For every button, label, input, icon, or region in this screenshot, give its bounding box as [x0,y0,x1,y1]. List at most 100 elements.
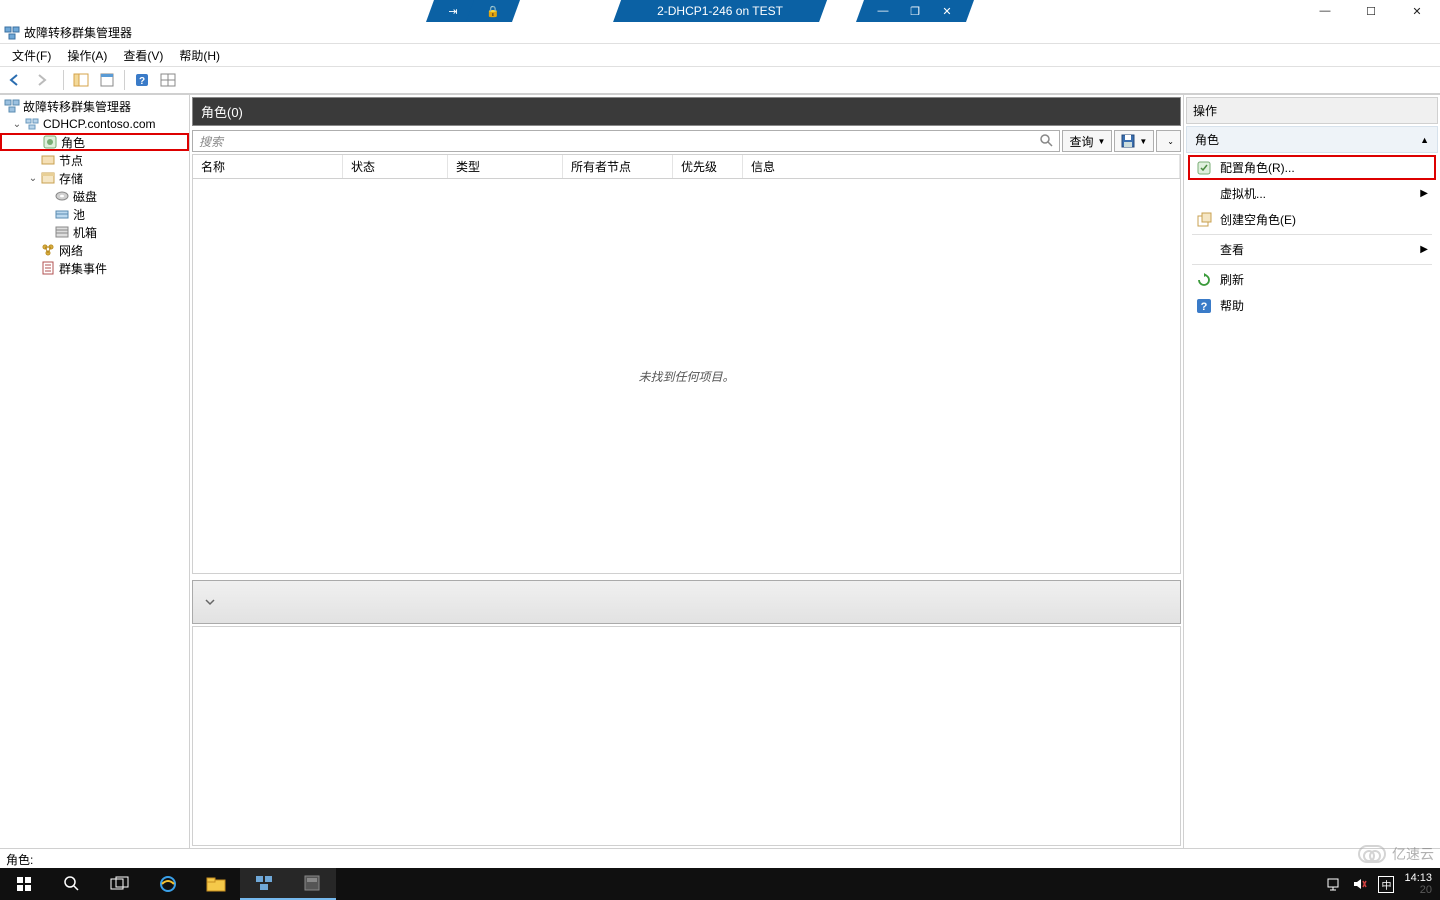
body-area: 故障转移群集管理器 ⌄ CDHCP.contoso.com 角色 节点 ⌄ 存储… [0,94,1440,848]
tree-enclosures[interactable]: 机箱 [0,223,189,241]
help-icon: ? [1196,298,1212,314]
search-row: 搜索 查询▼ ▼ ⌄ [192,130,1181,152]
action-refresh[interactable]: 刷新 [1188,267,1436,292]
toolbar: ? [0,66,1440,94]
actions-subtitle[interactable]: 角色 ▲ [1186,126,1438,153]
chevron-down-icon[interactable]: ⌄ [26,173,40,184]
layout-button[interactable] [156,68,180,92]
disk-icon [54,188,70,204]
more-options-button[interactable]: ⌄ [1156,130,1181,152]
menu-file[interactable]: 文件(F) [4,44,59,66]
nav-back-button[interactable] [3,68,27,92]
tree-nodes[interactable]: 节点 [0,151,189,169]
action-create-empty-role[interactable]: 创建空角色(E) [1188,207,1436,232]
action-configure-role[interactable]: 配置角色(R)... [1188,155,1436,180]
col-name[interactable]: 名称 [193,155,343,178]
search-button[interactable] [48,868,96,900]
taskbar-ie[interactable] [144,868,192,900]
status-bar: 角色: [0,848,1440,868]
tree-events-label: 群集事件 [59,260,107,277]
tree-networks[interactable]: 网络 [0,241,189,259]
outer-maximize-button[interactable]: ☐ [1348,0,1394,22]
save-query-button[interactable]: ▼ [1114,130,1154,152]
tray-ime[interactable]: 中 [1378,876,1394,893]
enclosure-icon [54,224,70,240]
actions-pane: 操作 角色 ▲ 配置角色(R)... 虚拟机... ▶ 创建空角色(E) 查看 … [1184,95,1440,848]
tree-pools-label: 池 [73,206,85,223]
column-headers: 名称 状态 类型 所有者节点 优先级 信息 [192,154,1181,179]
start-button[interactable] [0,868,48,900]
tray-volume-icon[interactable] [1352,876,1368,892]
vm-right-controls: — ❐ ✕ [860,0,970,22]
outer-close-button[interactable]: ✕ [1394,0,1440,22]
pin-icon[interactable]: ⇥ [442,0,464,22]
action-configure-label: 配置角色(R)... [1220,159,1295,176]
tree-pools[interactable]: 池 [0,205,189,223]
menu-view[interactable]: 查看(V) [115,44,171,66]
search-icon[interactable] [1039,133,1055,149]
nodes-icon [40,152,56,168]
tree-roles[interactable]: 角色 [0,133,189,151]
taskbar-server-manager[interactable] [288,868,336,900]
taskbar-explorer[interactable] [192,868,240,900]
action-separator [1192,234,1432,235]
col-type[interactable]: 类型 [448,155,563,178]
col-owner[interactable]: 所有者节点 [563,155,673,178]
taskbar-cluster-manager[interactable] [240,868,288,900]
task-view-button[interactable] [96,868,144,900]
grid-body[interactable]: 未找到任何项目。 [192,179,1181,574]
col-priority[interactable]: 优先级 [673,155,743,178]
menu-help[interactable]: 帮助(H) [171,44,228,66]
chevron-down-icon[interactable]: ⌄ [10,119,24,130]
show-hide-tree-button[interactable] [69,68,93,92]
vm-restore-icon[interactable]: ❐ [904,0,926,22]
action-view[interactable]: 查看 ▶ [1188,237,1436,262]
properties-button[interactable] [95,68,119,92]
chevron-down-icon[interactable] [203,595,217,609]
tree-nodes-label: 节点 [59,152,83,169]
toolbar-separator-2 [124,70,125,90]
no-items-text: 未找到任何项目。 [638,368,734,385]
detail-bar[interactable] [192,580,1181,624]
col-status[interactable]: 状态 [343,155,448,178]
app-icon [4,25,20,41]
center-header: 角色(0) [192,97,1181,126]
create-icon [1196,212,1212,228]
nav-forward-button[interactable] [29,68,53,92]
preview-pane [192,626,1181,846]
tree-cluster-label: CDHCP.contoso.com [43,117,156,131]
tree-cluster[interactable]: ⌄ CDHCP.contoso.com [0,115,189,133]
storage-icon [40,170,56,186]
outer-minimize-button[interactable]: — [1302,0,1348,22]
svg-text:?: ? [1201,301,1208,313]
vm-minimize-icon[interactable]: — [872,0,894,22]
col-info[interactable]: 信息 [743,155,1180,178]
tree-storage[interactable]: ⌄ 存储 [0,169,189,187]
action-virtual-machine[interactable]: 虚拟机... ▶ [1188,181,1436,206]
events-icon [40,260,56,276]
network-icon [40,242,56,258]
action-help[interactable]: ? 帮助 [1188,293,1436,318]
action-view-label: 查看 [1220,241,1244,258]
collapse-icon[interactable]: ▲ [1420,135,1429,145]
center-pane: 角色(0) 搜索 查询▼ ▼ ⌄ 名称 状态 类型 所有者节点 优先级 信息 未… [190,95,1184,848]
tree-events[interactable]: 群集事件 [0,259,189,277]
tray-date: 20 [1420,884,1432,896]
action-vm-label: 虚拟机... [1220,185,1266,202]
tray-network-icon[interactable] [1326,876,1342,892]
tree-disks[interactable]: 磁盘 [0,187,189,205]
svg-text:?: ? [139,76,145,87]
roles-icon [42,134,58,150]
action-create-empty-label: 创建空角色(E) [1220,211,1296,228]
vm-close-icon[interactable]: ✕ [936,0,958,22]
tree-pane[interactable]: 故障转移群集管理器 ⌄ CDHCP.contoso.com 角色 节点 ⌄ 存储… [0,95,190,848]
lock-icon[interactable]: 🔒 [482,0,504,22]
taskbar-tray: 中 14:13 20 [1318,872,1440,896]
tray-clock[interactable]: 14:13 20 [1404,872,1432,896]
tree-root[interactable]: 故障转移群集管理器 [0,97,189,115]
search-input[interactable]: 搜索 [192,130,1060,152]
menu-action[interactable]: 操作(A) [59,44,115,66]
vm-left-controls: ⇥ 🔒 [430,0,516,22]
query-button[interactable]: 查询▼ [1062,130,1112,152]
help-button[interactable]: ? [130,68,154,92]
